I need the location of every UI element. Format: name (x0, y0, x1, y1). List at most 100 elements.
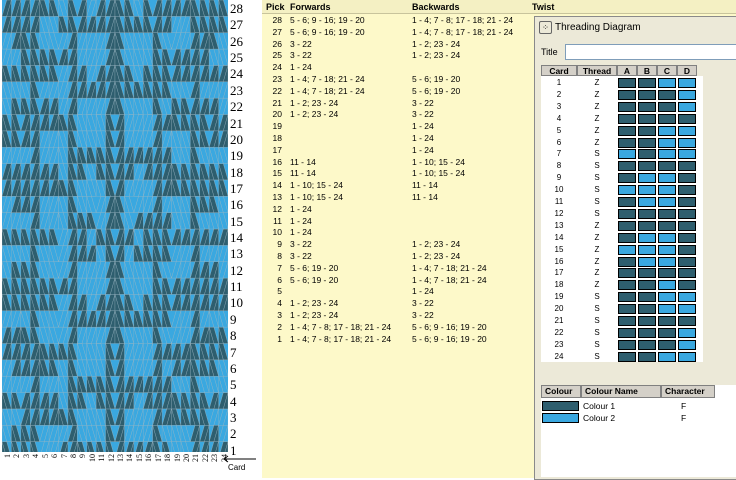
table-row[interactable]: 10 1 - 24 (262, 227, 528, 239)
hole-colour-swatch[interactable] (678, 101, 696, 112)
card-number-cell[interactable]: 12 (541, 208, 577, 220)
hole-colour-swatch[interactable] (618, 89, 636, 100)
hole-colour-swatch[interactable] (618, 208, 636, 219)
colour-swatch[interactable] (542, 401, 579, 411)
hole-colour-swatch[interactable] (678, 89, 696, 100)
hole-colour-swatch[interactable] (638, 351, 656, 362)
table-row[interactable]: 17 1 - 24 (262, 145, 528, 157)
hole-colour-swatch[interactable] (658, 351, 676, 362)
hole-colour-swatch[interactable] (678, 232, 696, 243)
table-row[interactable]: 5 1 - 24 (262, 286, 528, 298)
thread-direction-cell[interactable]: S (577, 303, 617, 315)
hole-colour-swatch[interactable] (618, 327, 636, 338)
table-row[interactable]: 8 3 - 22 1 - 2; 23 - 24 (262, 251, 528, 263)
hole-colour-swatch[interactable] (658, 137, 676, 148)
hole-colour-swatch[interactable] (658, 161, 676, 172)
hole-colour-swatch[interactable] (678, 327, 696, 338)
hole-c-header[interactable]: C (657, 65, 677, 76)
hole-colour-swatch[interactable] (678, 339, 696, 350)
title-input[interactable] (565, 44, 736, 60)
table-row[interactable]: 24 1 - 24 (262, 62, 528, 74)
hole-colour-swatch[interactable] (638, 125, 656, 136)
thread-direction-cell[interactable]: Z (577, 267, 617, 279)
hole-colour-swatch[interactable] (618, 149, 636, 160)
card-column-header[interactable]: Card (541, 65, 577, 76)
card-number-cell[interactable]: 17 (541, 267, 577, 279)
colour-swatch[interactable] (542, 413, 579, 423)
hole-colour-swatch[interactable] (678, 316, 696, 326)
hole-colour-swatch[interactable] (658, 327, 676, 338)
forwards-column-header[interactable]: Forwards (290, 2, 331, 12)
hole-colour-swatch[interactable] (638, 113, 656, 124)
hole-colour-swatch[interactable] (618, 101, 636, 112)
hole-colour-swatch[interactable] (678, 256, 696, 267)
card-number-cell[interactable]: 19 (541, 291, 577, 303)
hole-colour-swatch[interactable] (618, 161, 636, 172)
hole-colour-swatch[interactable] (618, 197, 636, 207)
hole-colour-swatch[interactable] (638, 89, 656, 100)
table-row[interactable]: 11 1 - 24 (262, 216, 528, 228)
hole-colour-swatch[interactable] (678, 173, 696, 184)
hole-colour-swatch[interactable] (678, 292, 696, 303)
thread-direction-cell[interactable]: Z (577, 101, 617, 113)
hole-colour-swatch[interactable] (638, 339, 656, 350)
hole-colour-swatch[interactable] (618, 185, 636, 196)
hole-colour-swatch[interactable] (638, 137, 656, 148)
thread-direction-cell[interactable]: S (577, 160, 617, 172)
colour-character-cell[interactable]: F (681, 400, 686, 412)
hole-colour-swatch[interactable] (638, 208, 656, 219)
hole-colour-swatch[interactable] (658, 244, 676, 255)
hole-colour-swatch[interactable] (638, 161, 656, 172)
card-number-cell[interactable]: 5 (541, 125, 577, 137)
character-column-header[interactable]: Character (661, 385, 715, 398)
card-number-cell[interactable]: 3 (541, 101, 577, 113)
thread-direction-cell[interactable]: S (577, 196, 617, 208)
hole-colour-swatch[interactable] (658, 280, 676, 291)
table-row[interactable]: 21 1 - 2; 23 - 24 3 - 22 (262, 98, 528, 110)
threading-diagram-window[interactable]: ⁘ Threading Diagram Title Card Thread A B C D… (534, 16, 736, 480)
hole-colour-swatch[interactable] (658, 78, 676, 88)
colour-character-cell[interactable]: F (681, 412, 686, 424)
hole-colour-swatch[interactable] (618, 339, 636, 350)
hole-colour-swatch[interactable] (658, 232, 676, 243)
hole-colour-swatch[interactable] (638, 268, 656, 279)
hole-colour-swatch[interactable] (658, 125, 676, 136)
table-row[interactable]: 19 1 - 24 (262, 121, 528, 133)
thread-direction-cell[interactable]: Z (577, 220, 617, 232)
hole-colour-swatch[interactable] (638, 220, 656, 231)
hole-colour-swatch[interactable] (678, 137, 696, 148)
hole-colour-swatch[interactable] (618, 113, 636, 124)
card-number-cell[interactable]: 21 (541, 315, 577, 327)
twist-column-header[interactable]: Twist (528, 0, 736, 14)
card-number-cell[interactable]: 2 (541, 89, 577, 101)
hole-colour-swatch[interactable] (658, 316, 676, 326)
card-number-cell[interactable]: 4 (541, 113, 577, 125)
thread-direction-cell[interactable]: Z (577, 256, 617, 268)
hole-colour-swatch[interactable] (658, 292, 676, 303)
thread-direction-cell[interactable]: S (577, 327, 617, 339)
table-row[interactable]: 9 3 - 22 1 - 2; 23 - 24 (262, 239, 528, 251)
thread-direction-cell[interactable]: Z (577, 113, 617, 125)
hole-colour-swatch[interactable] (658, 220, 676, 231)
hole-colour-swatch[interactable] (658, 339, 676, 350)
hole-colour-swatch[interactable] (618, 220, 636, 231)
hole-colour-swatch[interactable] (658, 89, 676, 100)
table-row[interactable]: 20 1 - 2; 23 - 24 3 - 22 (262, 109, 528, 121)
hole-colour-swatch[interactable] (618, 137, 636, 148)
thread-column-header[interactable]: Thread (577, 65, 617, 76)
card-number-cell[interactable]: 24 (541, 351, 577, 363)
hole-colour-swatch[interactable] (678, 268, 696, 279)
hole-colour-swatch[interactable] (618, 316, 636, 326)
table-row[interactable]: 2 1 - 4; 7 - 8; 17 - 18; 21 - 24 5 - 6; 9 … (262, 322, 528, 334)
pick-column-header[interactable]: Pick (266, 2, 285, 12)
hole-colour-swatch[interactable] (678, 351, 696, 362)
hole-colour-swatch[interactable] (638, 327, 656, 338)
hole-colour-swatch[interactable] (638, 304, 656, 315)
hole-colour-swatch[interactable] (658, 185, 676, 196)
hole-colour-swatch[interactable] (678, 208, 696, 219)
backwards-column-header[interactable]: Backwards (412, 2, 460, 12)
card-number-cell[interactable]: 9 (541, 172, 577, 184)
colour-name-cell[interactable]: Colour 2 (583, 412, 615, 424)
hole-colour-swatch[interactable] (678, 197, 696, 207)
hole-colour-swatch[interactable] (638, 101, 656, 112)
